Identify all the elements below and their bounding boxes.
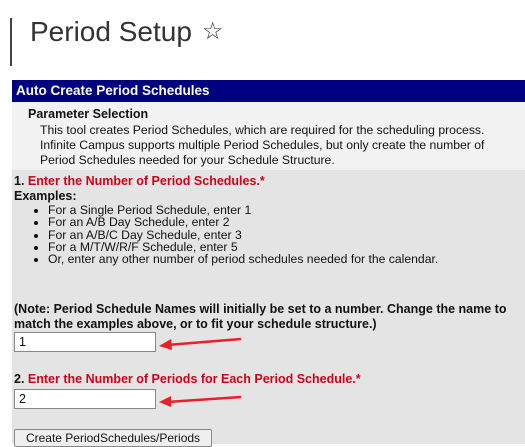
red-arrow-icon: [159, 337, 242, 350]
step1-label: Enter the Number of Period Schedules.*: [27, 174, 265, 188]
step2-label: Enter the Number of Periods for Each Per…: [27, 372, 361, 386]
period-schedules-count-input[interactable]: [14, 332, 156, 352]
star-outline-icon[interactable]: ☆: [202, 20, 224, 44]
step1-number: 1.: [14, 174, 25, 188]
create-period-schedules-button[interactable]: Create PeriodSchedules/Periods: [14, 429, 212, 447]
note-text: (Note: Period Schedule Names will initia…: [14, 302, 507, 331]
step1-title: 1. Enter the Number of Period Schedules.…: [14, 174, 265, 188]
examples-label: Examples:: [14, 189, 77, 203]
example-item: For an A/B Day Schedule, enter 2: [48, 216, 438, 229]
step2-number: 2.: [14, 372, 25, 386]
page-title: Period Setup ☆: [30, 16, 223, 48]
example-item: Or, enter any other number of period sch…: [48, 253, 438, 266]
red-arrow-icon: [159, 395, 242, 407]
parameter-description: This tool creates Period Schedules, whic…: [40, 123, 485, 167]
title-accent-bar: [10, 18, 12, 66]
panel-header: Auto Create Period Schedules: [12, 80, 525, 102]
parameter-title: Parameter Selection: [28, 107, 149, 121]
examples-list: For a Single Period Schedule, enter 1 Fo…: [28, 204, 438, 266]
page-title-text: Period Setup: [30, 16, 192, 47]
step2-title: 2. Enter the Number of Periods for Each …: [14, 372, 361, 386]
periods-per-schedule-input[interactable]: [14, 389, 156, 409]
